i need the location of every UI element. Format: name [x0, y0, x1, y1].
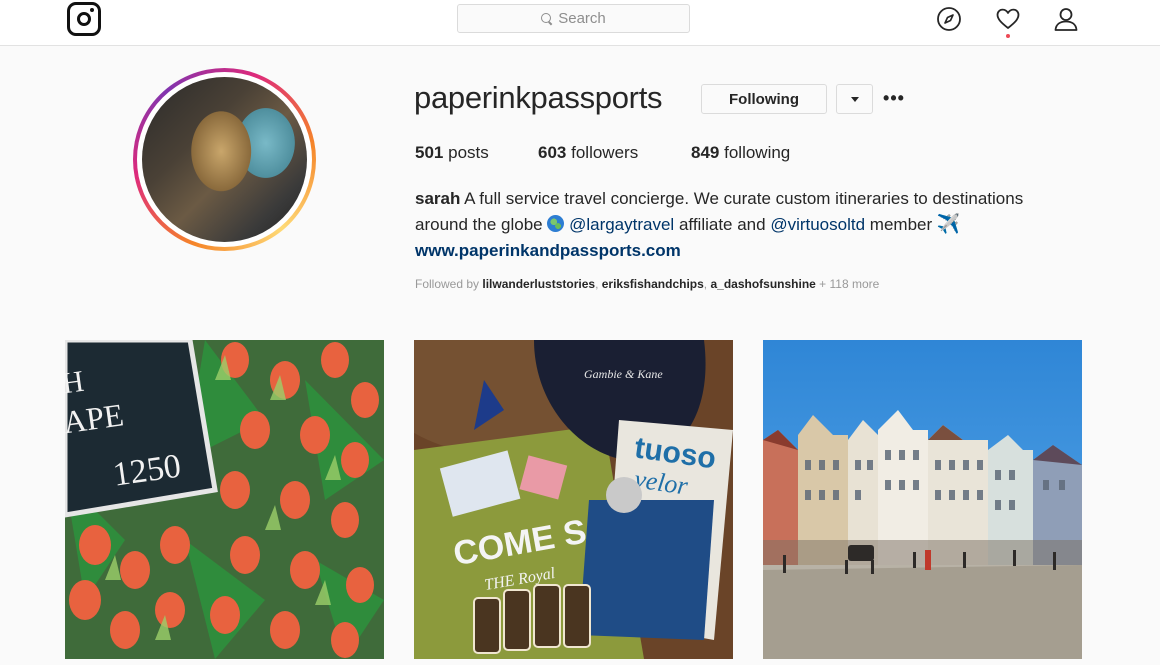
globe-emoji-icon [547, 215, 565, 232]
heart-icon[interactable] [995, 6, 1021, 32]
search-placeholder: Search [558, 10, 606, 27]
profile-avatar[interactable] [133, 68, 316, 251]
post-prague-square[interactable] [763, 340, 1082, 659]
svg-text:Gambie & Kane: Gambie & Kane [584, 367, 663, 381]
profile-bio: sarah A full service travel concierge. W… [415, 186, 1075, 264]
following-button[interactable]: Following [701, 84, 827, 114]
mention-largaytravel[interactable]: @largaytravel [569, 215, 674, 234]
profile-username: paperinkpassports [414, 80, 663, 115]
suggestions-dropdown-button[interactable] [836, 84, 873, 114]
follower-link[interactable]: eriksfishandchips [602, 277, 704, 291]
following-stat[interactable]: 849 following [691, 143, 790, 163]
website-link[interactable]: www.paperinkandpassports.com [415, 238, 1075, 264]
profile-full-name: sarah [415, 189, 461, 208]
chevron-down-icon [850, 96, 859, 102]
mention-virtuosoltd[interactable]: @virtuosoltd [770, 215, 865, 234]
follower-link[interactable]: lilwanderluststories [482, 277, 595, 291]
top-nav: Search [0, 0, 1160, 46]
post-travel-kit[interactable]: Gambie & Kane tuoso velor COME S THE Roy… [414, 340, 733, 659]
posts-stat: 501 posts [415, 143, 489, 162]
follower-link[interactable]: a_dashofsunshine [710, 277, 815, 291]
instagram-logo-icon[interactable] [67, 2, 101, 36]
followers-stat[interactable]: 603 followers [538, 143, 638, 163]
followed-by[interactable]: Followed by lilwanderluststories, eriksf… [415, 277, 879, 291]
search-icon [541, 13, 552, 24]
notification-dot [1006, 34, 1010, 38]
more-options-button[interactable]: ••• [883, 86, 905, 110]
post-tulips[interactable]: H APE 1250 [65, 340, 384, 659]
avatar-image [142, 77, 307, 242]
airplane-emoji-icon: ✈️ [936, 214, 961, 235]
user-icon[interactable] [1053, 6, 1079, 32]
compass-icon[interactable] [936, 6, 962, 32]
search-input[interactable]: Search [457, 4, 690, 33]
